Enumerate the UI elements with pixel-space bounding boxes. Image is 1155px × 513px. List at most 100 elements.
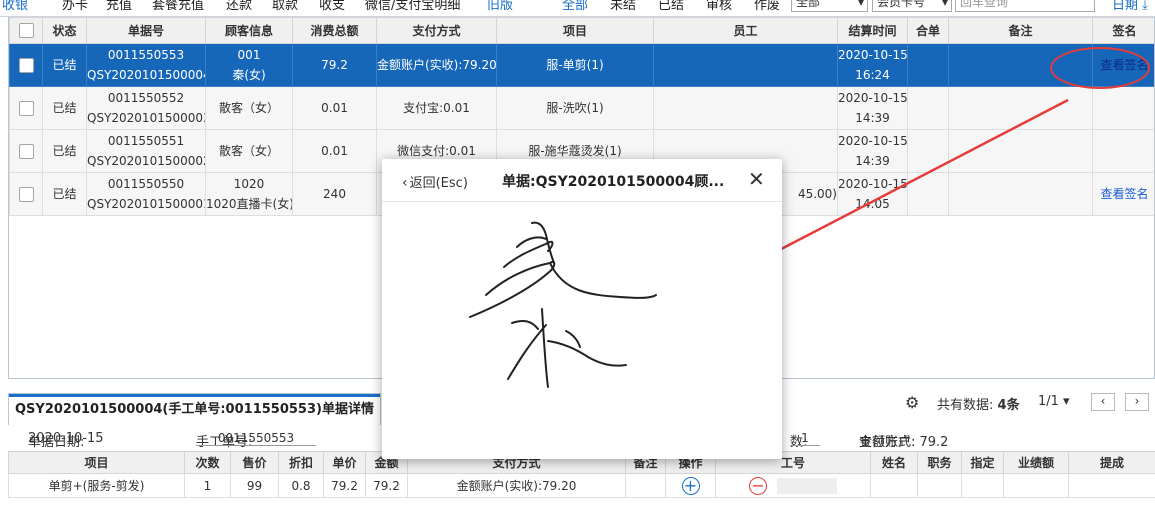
col-item[interactable]: 项目 [496, 17, 654, 44]
nav-wechat-alipay[interactable]: 微信/支付宝明细 [365, 0, 460, 13]
row-payment: 支付宝:0.01 [376, 86, 497, 130]
record-count: 共有数据: 4条 [937, 398, 1020, 413]
item-row: 单剪+(服务-剪发) 1 99 0.8 79.2 79.2 金额账户(实收):7… [8, 473, 1155, 498]
row-merge [907, 43, 949, 87]
staff-assigned [961, 473, 1004, 498]
row-checkbox[interactable] [18, 144, 34, 159]
row-customer: 散客（女） [205, 86, 293, 130]
row-staff [653, 86, 838, 130]
row-customer: 散客（女） [205, 129, 293, 173]
staff-no-input[interactable] [777, 477, 837, 494]
row-customer: 1020 1020直播卡(女) [205, 172, 293, 216]
col-price: 售价 [230, 451, 279, 474]
nav-income[interactable]: 收支 [319, 0, 345, 13]
row-status: 已结 [42, 43, 87, 87]
col-doc-no[interactable]: 单据号 [86, 17, 206, 44]
col-position: 职务 [917, 451, 962, 474]
nav-cashier[interactable]: 收银 [2, 0, 28, 13]
signature-image [469, 221, 657, 388]
col-merge[interactable]: 合单 [907, 17, 949, 44]
pager: ⚙ 共有数据: 4条 1/1 ▾ ‹ › [905, 393, 1155, 413]
detail-tab[interactable]: QSY2020101500004(手工单号:0011550553)单据详情 [8, 393, 381, 425]
nav-recharge[interactable]: 充值 [106, 0, 132, 13]
filter-unsettled[interactable]: 未结 [610, 0, 636, 13]
col-note[interactable]: 备注 [948, 17, 1093, 44]
row-item: 服-洗吹(1) [496, 86, 654, 130]
dialog-title: 单据:QSY2020101500004顾... [502, 174, 725, 190]
row-customer: 001 秦(女) [205, 43, 293, 87]
row-checkbox[interactable] [18, 58, 34, 73]
staff-position [917, 473, 962, 498]
col-item: 项目 [8, 451, 185, 474]
staff-commission [1068, 473, 1155, 498]
nav-old-version[interactable]: 旧版 [487, 0, 513, 13]
row-item: 服-单剪(1) [496, 43, 654, 87]
row-total: 0.01 [292, 129, 377, 173]
row-note [948, 86, 1093, 130]
col-status[interactable]: 状态 [42, 17, 87, 44]
row-doc: 0011550550 QSY2020101500001 [86, 172, 206, 216]
col-assigned: 指定 [961, 451, 1004, 474]
col-signature[interactable]: 签名 [1092, 17, 1154, 44]
add-staff-button[interactable]: + [665, 473, 716, 498]
nav-repay[interactable]: 还款 [226, 0, 252, 13]
nav-withdraw[interactable]: 取款 [272, 0, 298, 13]
col-settle-time[interactable]: 结算时间 [837, 17, 908, 44]
col-unit: 单价 [323, 451, 366, 474]
filter-audit[interactable]: 审核 [706, 0, 732, 13]
row-checkbox[interactable] [18, 187, 34, 202]
prev-page-button[interactable]: ‹ [1091, 393, 1115, 411]
row-signature [1092, 129, 1154, 173]
row-doc: 0011550552 QSY2020101500003 [86, 86, 206, 130]
item-note [625, 473, 666, 498]
row-merge [907, 86, 949, 130]
chevron-left-icon: ‹ [402, 175, 408, 191]
table-row[interactable]: 已结 0011550553 QSY2020101500004 001 秦(女) 79… [9, 43, 1154, 87]
item-price: 99 [230, 473, 279, 498]
member-select[interactable]: 会员卡号 ▾ [872, 0, 952, 12]
item-times: 1 [184, 473, 231, 498]
annotation-circle [1050, 47, 1150, 89]
plus-icon[interactable]: + [681, 476, 700, 495]
signature-dialog: ‹ 返回(Esc) 单据:QSY2020101500004顾... ✕ [382, 159, 782, 459]
page-select[interactable]: 1/1 ▾ [1038, 394, 1070, 409]
table-row[interactable]: 已结 0011550552 QSY2020101500003 散客（女） 0.01… [9, 86, 1154, 130]
row-doc: 0011550553 QSY2020101500004 [86, 43, 206, 87]
item-payment: 金额账户(实收):79.20 [407, 473, 626, 498]
close-icon[interactable]: ✕ [748, 167, 765, 191]
col-payment[interactable]: 支付方式 [376, 17, 497, 44]
search-input[interactable]: 回车查询 [955, 0, 1095, 12]
col-total[interactable]: 消费总额 [292, 17, 377, 44]
item-amount: 79.2 [365, 473, 408, 498]
col-staff[interactable]: 员工 [653, 17, 838, 44]
row-payment: 金额账户(实收):79.20 [376, 43, 497, 87]
select-all-checkbox[interactable] [9, 17, 43, 44]
date-filter[interactable]: 日期 ⤓ [1112, 0, 1148, 13]
nav-package-recharge[interactable]: 套餐充值 [152, 0, 204, 13]
staff-no-cell: − [715, 473, 871, 498]
col-times: 次数 [184, 451, 231, 474]
range-select[interactable]: 全部 ▾ [791, 0, 868, 12]
back-button[interactable]: ‹ 返回(Esc) [402, 172, 468, 191]
row-time: 2020-10-15 14:39 [837, 86, 908, 130]
row-merge [907, 172, 949, 216]
next-page-button[interactable]: › [1125, 393, 1149, 411]
row-note [948, 129, 1093, 173]
row-total: 0.01 [292, 86, 377, 130]
view-signature-link[interactable]: 查看签名 [1092, 172, 1154, 216]
item-unit: 79.2 [323, 473, 366, 498]
gear-icon[interactable]: ⚙ [905, 393, 919, 412]
row-time: 2020-10-15 14:05 [837, 172, 908, 216]
filter-settled[interactable]: 已结 [658, 0, 684, 13]
minus-icon[interactable]: − [749, 476, 767, 495]
top-nav: 收银 办卡 充值 套餐充值 还款 取款 收支 微信/支付宝明细 旧版 全部 未结… [0, 0, 1155, 17]
row-signature [1092, 86, 1154, 130]
col-customer[interactable]: 顾客信息 [205, 17, 293, 44]
dialog-header: ‹ 返回(Esc) 单据:QSY2020101500004顾... ✕ [382, 159, 782, 202]
checkbox[interactable] [18, 23, 34, 38]
filter-all[interactable]: 全部 [562, 0, 588, 13]
filter-void[interactable]: 作废 [754, 0, 780, 13]
row-note [948, 172, 1093, 216]
nav-card[interactable]: 办卡 [62, 0, 88, 13]
row-checkbox[interactable] [18, 101, 34, 116]
